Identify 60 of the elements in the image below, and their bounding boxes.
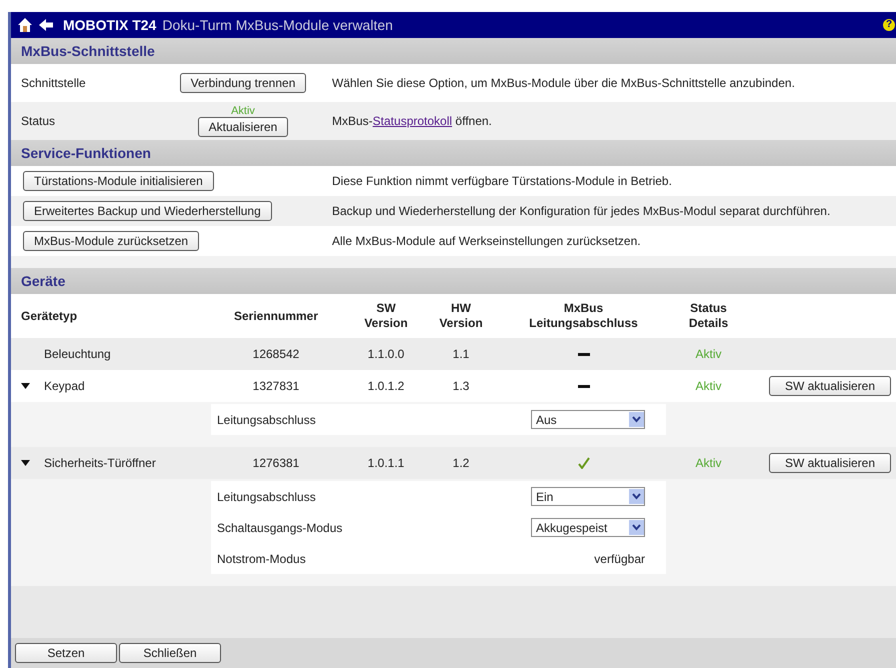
action-button[interactable]: Aktualisieren bbox=[198, 117, 288, 137]
checkmark-icon bbox=[578, 457, 590, 469]
hw-version: 1.1 bbox=[452, 346, 470, 363]
status-text: Aktiv bbox=[694, 455, 722, 472]
setting-label: Notstrom-Modus bbox=[216, 550, 307, 568]
serial-number: 1276381 bbox=[252, 455, 300, 472]
update-button[interactable]: SW aktualisieren bbox=[769, 453, 891, 473]
description-text: Wählen Sie diese Option, um MxBus-Module über die MxBus-Schnittstelle anzubinden. bbox=[332, 75, 795, 92]
column-header: SW Version bbox=[363, 301, 409, 331]
hw-version: 1.3 bbox=[452, 378, 470, 395]
footer-button[interactable]: Schließen bbox=[119, 643, 221, 663]
device-type: Keypad bbox=[44, 378, 85, 395]
action-button[interactable]: MxBus-Module zurücksetzen bbox=[23, 231, 200, 251]
column-header: Gerätetyp bbox=[20, 308, 78, 324]
window-title: Doku-Turm MxBus-Module verwalten bbox=[162, 16, 394, 34]
status-text: Aktiv bbox=[231, 105, 255, 117]
description-text: Alle MxBus-Module auf Werkseinstellungen zurücksetzen. bbox=[332, 233, 641, 250]
serial-number: 1268542 bbox=[252, 346, 300, 363]
section-header: Service-Funktionen bbox=[11, 140, 896, 166]
status-text: Aktiv bbox=[694, 378, 722, 395]
description-text: MxBus-Statusprotokoll öffnen. bbox=[332, 113, 492, 130]
serial-number: 1327831 bbox=[252, 378, 300, 395]
field-label: Schnittstelle bbox=[20, 75, 87, 92]
column-header: Status Details bbox=[688, 301, 730, 331]
status-text: Aktiv bbox=[694, 346, 722, 363]
expand-caret-icon[interactable] bbox=[21, 383, 30, 389]
sw-version: 1.0.1.2 bbox=[366, 378, 406, 395]
status-log-link[interactable]: Statusprotokoll bbox=[372, 114, 452, 128]
device-type: Sicherheits-Türöffner bbox=[44, 455, 156, 472]
description-text: Backup und Wiederherstellung der Konfiguration für jedes MxBus-Modul separat durchführen. bbox=[332, 203, 830, 220]
section-header: Geräte bbox=[11, 268, 896, 294]
hw-version: 1.2 bbox=[452, 455, 470, 472]
footer-button[interactable]: Setzen bbox=[15, 643, 117, 663]
description-text: Diese Funktion nimmt verfügbare Türstations-Module in Betrieb. bbox=[332, 173, 672, 190]
section-header: MxBus-Schnittstelle bbox=[11, 38, 896, 64]
back-arrow-icon[interactable] bbox=[39, 19, 53, 31]
action-button[interactable]: Türstations-Module initialisieren bbox=[23, 171, 214, 191]
setting-label: Leitungsabschluss bbox=[216, 412, 317, 428]
brand-name: MOBOTIX T24 bbox=[63, 16, 156, 34]
setting-label: Leitungsabschluss bbox=[216, 488, 317, 506]
expand-caret-icon[interactable] bbox=[21, 460, 30, 466]
setting-value: verfügbar bbox=[593, 550, 645, 568]
device-type: Beleuchtung bbox=[44, 346, 111, 363]
sw-version: 1.0.1.1 bbox=[366, 455, 406, 472]
dash-icon bbox=[578, 352, 590, 356]
field-label: Status bbox=[20, 113, 56, 130]
home-icon[interactable] bbox=[17, 17, 33, 33]
sw-version: 1.1.0.0 bbox=[366, 346, 406, 363]
setting-label: Schaltausgangs-Modus bbox=[216, 520, 344, 536]
update-button[interactable]: SW aktualisieren bbox=[769, 376, 891, 396]
column-header: HW Version bbox=[438, 301, 484, 331]
column-header: MxBus Leitungsabschluss bbox=[528, 301, 639, 331]
help-icon[interactable]: ? bbox=[883, 19, 895, 31]
dropdown[interactable]: Akkugespeist bbox=[531, 518, 645, 537]
column-header: Seriennummer bbox=[232, 308, 320, 324]
dash-icon bbox=[578, 384, 590, 388]
action-button[interactable]: Erweitertes Backup und Wiederherstellung bbox=[23, 201, 272, 221]
dropdown[interactable]: Aus bbox=[531, 410, 645, 429]
action-button[interactable]: Verbindung trennen bbox=[180, 73, 306, 93]
dropdown[interactable]: Ein bbox=[531, 487, 645, 506]
